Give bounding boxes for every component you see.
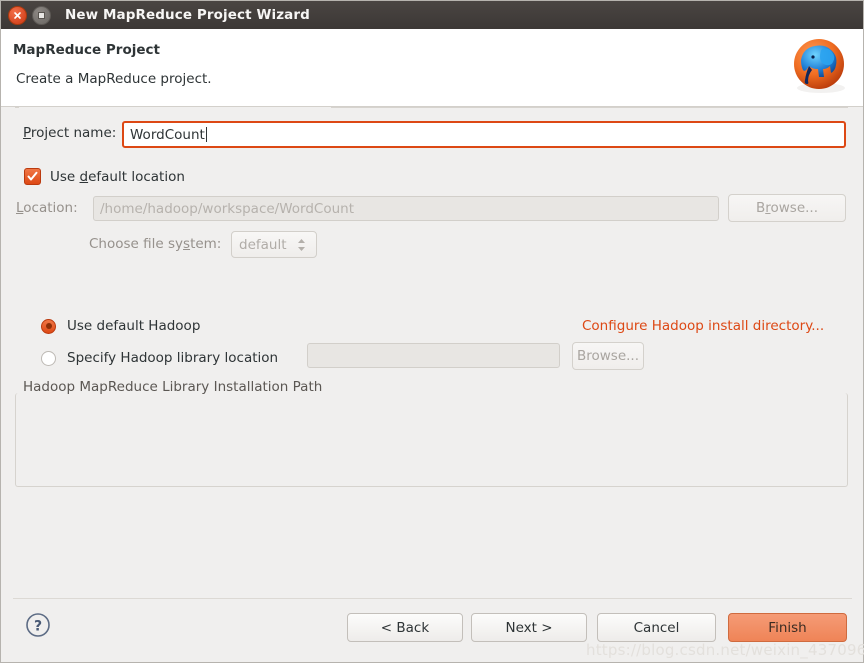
hadoop-library-path-input[interactable] [307,343,560,368]
checkbox-checked-icon [24,168,41,185]
page-title: MapReduce Project [13,42,160,58]
text-caret [205,127,207,142]
location-browse-button[interactable]: Browse... [728,194,846,222]
wizard-header: MapReduce Project Create a MapReduce pro… [1,29,863,107]
use-default-hadoop-label: Use default Hadoop [67,318,201,334]
location-value: /home/hadoop/workspace/WordCount [100,200,355,217]
hadoop-library-group [15,393,848,487]
file-system-selected-value: default [239,236,287,253]
hadoop-elephant-icon [781,30,855,102]
project-name-label: Project name: [23,125,117,141]
footer-separator [13,598,852,599]
project-name-value: WordCount [130,126,205,143]
cancel-button-label: Cancel [633,619,680,636]
next-button-label: Next > [505,619,553,636]
project-name-input[interactable]: WordCount [122,121,846,148]
spinner-arrows-icon [297,238,306,252]
specify-hadoop-library-radio[interactable]: Specify Hadoop library location [41,350,278,366]
group-border-right [331,107,848,108]
project-name-row: Project name: [23,125,116,141]
hadoop-library-browse-button[interactable]: Browse... [572,342,644,370]
wizard-content: Project name: WordCount Use default loca… [1,107,863,662]
specify-hadoop-library-label: Specify Hadoop library location [67,350,279,366]
next-button[interactable]: Next > [471,613,587,642]
location-label: Location: [16,200,78,216]
window-title: New MapReduce Project Wizard [65,7,310,23]
use-default-hadoop-radio[interactable]: Use default Hadoop [41,318,200,334]
finish-button-label: Finish [768,619,807,636]
watermark: https://blog.csdn.net/weixin_43709601 [586,641,864,659]
svg-text:?: ? [34,619,42,635]
location-row: Location: [16,200,78,216]
cancel-button[interactable]: Cancel [597,613,716,642]
radio-selected-icon [41,318,56,334]
page-description: Create a MapReduce project. [16,71,212,87]
finish-button[interactable]: Finish [728,613,847,642]
group-title: Hadoop MapReduce Library Installation Pa… [19,379,327,395]
configure-hadoop-install-directory-link[interactable]: Configure Hadoop install directory... [582,318,824,334]
group-border-left [15,107,19,108]
close-icon[interactable] [8,5,27,25]
back-button-label: < Back [380,619,430,636]
use-default-location-label: Use default location [50,168,185,185]
radio-unselected-icon [41,350,56,366]
location-browse-label: Browse... [755,200,819,216]
file-system-row: Choose file system: [89,236,221,252]
location-input[interactable]: /home/hadoop/workspace/WordCount [93,196,719,221]
maximize-icon[interactable] [32,5,51,25]
back-button[interactable]: < Back [347,613,463,642]
wizard-dialog: New MapReduce Project Wizard MapReduce P… [0,0,864,663]
hadoop-library-browse-label: Browse... [576,348,640,364]
use-default-location-checkbox[interactable]: Use default location [24,168,185,185]
title-bar: New MapReduce Project Wizard [1,1,863,29]
file-system-label: Choose file system: [89,236,222,252]
help-icon[interactable]: ? [25,612,51,642]
file-system-select[interactable]: default [231,231,317,258]
